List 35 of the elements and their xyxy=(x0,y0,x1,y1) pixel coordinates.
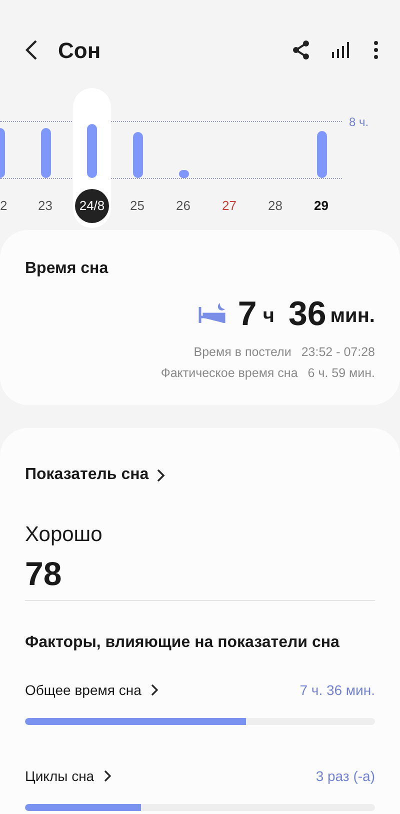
day-label[interactable]: 23 xyxy=(38,196,52,216)
minutes-value: 36 xyxy=(288,297,326,331)
day-label[interactable]: 2 xyxy=(0,196,8,216)
card-title: Время сна xyxy=(25,259,108,279)
hours-unit: ч xyxy=(262,304,274,329)
minutes-unit: мин. xyxy=(330,304,375,329)
bar-chart-icon[interactable] xyxy=(332,42,350,58)
hours-value: 7 xyxy=(238,297,257,331)
day-label[interactable]: 26 xyxy=(176,196,190,216)
goal-label: 8 ч. xyxy=(349,114,369,131)
factor-value: 3 раз (-а) xyxy=(316,766,375,786)
day-label[interactable]: 25 xyxy=(130,196,144,216)
screen-title: Сон xyxy=(58,36,101,64)
chevron-right-icon[interactable] xyxy=(104,770,112,782)
chevron-right-icon[interactable] xyxy=(151,684,158,696)
score-rating: Хорошо xyxy=(25,522,102,548)
share-icon[interactable] xyxy=(292,40,310,60)
factor-link[interactable]: Общее время сна xyxy=(25,680,142,700)
factor-link[interactable]: Циклы сна xyxy=(25,766,94,786)
day-label[interactable]: 28 xyxy=(268,196,282,216)
back-icon[interactable] xyxy=(24,39,38,61)
chevron-right-icon[interactable] xyxy=(156,468,165,482)
detail-label: Время в постели xyxy=(194,344,292,361)
detail-value: 6 ч. 59 мин. xyxy=(308,364,375,382)
bed-icon xyxy=(198,301,226,325)
day-label[interactable]: 29 xyxy=(314,196,328,216)
section-title: Факторы, влияющие на показатели сна xyxy=(25,632,340,652)
detail-label: Фактическое время сна xyxy=(160,364,298,382)
sleep-bar[interactable] xyxy=(87,124,97,178)
section-link[interactable]: Показатель сна xyxy=(25,463,149,487)
detail-value: 23:52 - 07:28 xyxy=(301,344,375,361)
more-icon[interactable] xyxy=(374,41,378,59)
factor-value: 7 ч. 36 мин. xyxy=(300,680,375,700)
score-value: 78 xyxy=(25,556,62,590)
day-label[interactable]: 27 xyxy=(222,196,236,216)
